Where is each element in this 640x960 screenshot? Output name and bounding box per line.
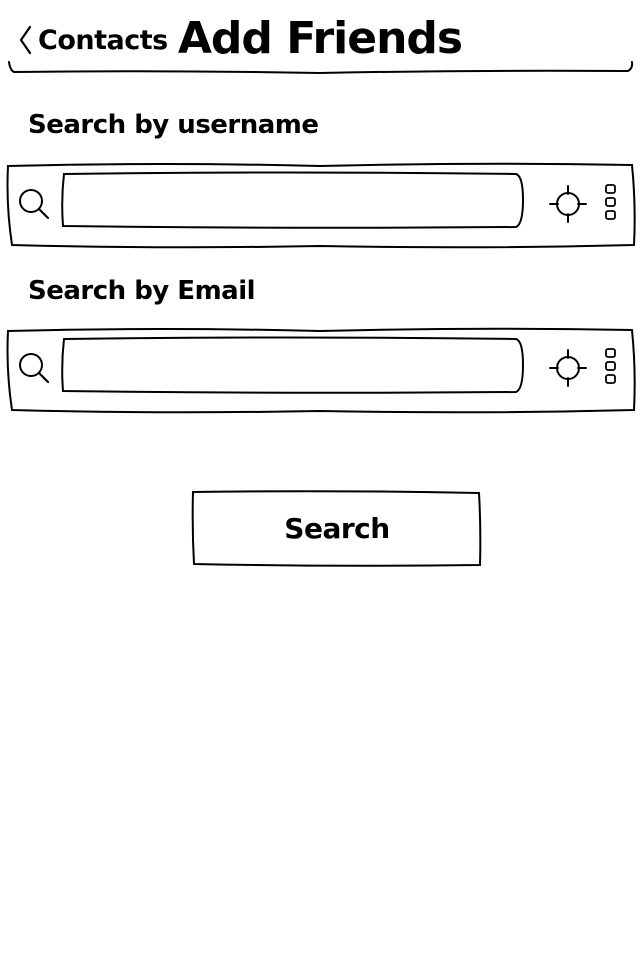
page-title: Add Friends	[177, 13, 463, 64]
username-search-bar	[6, 164, 634, 248]
list-icon[interactable]	[603, 183, 619, 223]
email-input[interactable]	[64, 340, 522, 388]
chevron-left-icon	[19, 25, 32, 55]
email-search-bar	[6, 328, 634, 412]
search-button-label: Search	[284, 511, 390, 545]
search-button[interactable]: Search	[192, 491, 482, 565]
username-input[interactable]	[64, 176, 522, 224]
username-label: Search by username	[28, 110, 319, 140]
crosshair-icon[interactable]	[548, 348, 588, 388]
crosshair-icon[interactable]	[548, 184, 588, 224]
list-icon[interactable]	[603, 347, 619, 387]
search-icon	[19, 353, 50, 384]
email-label: Search by Email	[28, 276, 256, 306]
back-label: Contacts	[38, 24, 168, 56]
back-button[interactable]: Contacts	[18, 18, 168, 62]
search-icon	[19, 189, 50, 220]
sketch-outlines	[6, 61, 636, 567]
